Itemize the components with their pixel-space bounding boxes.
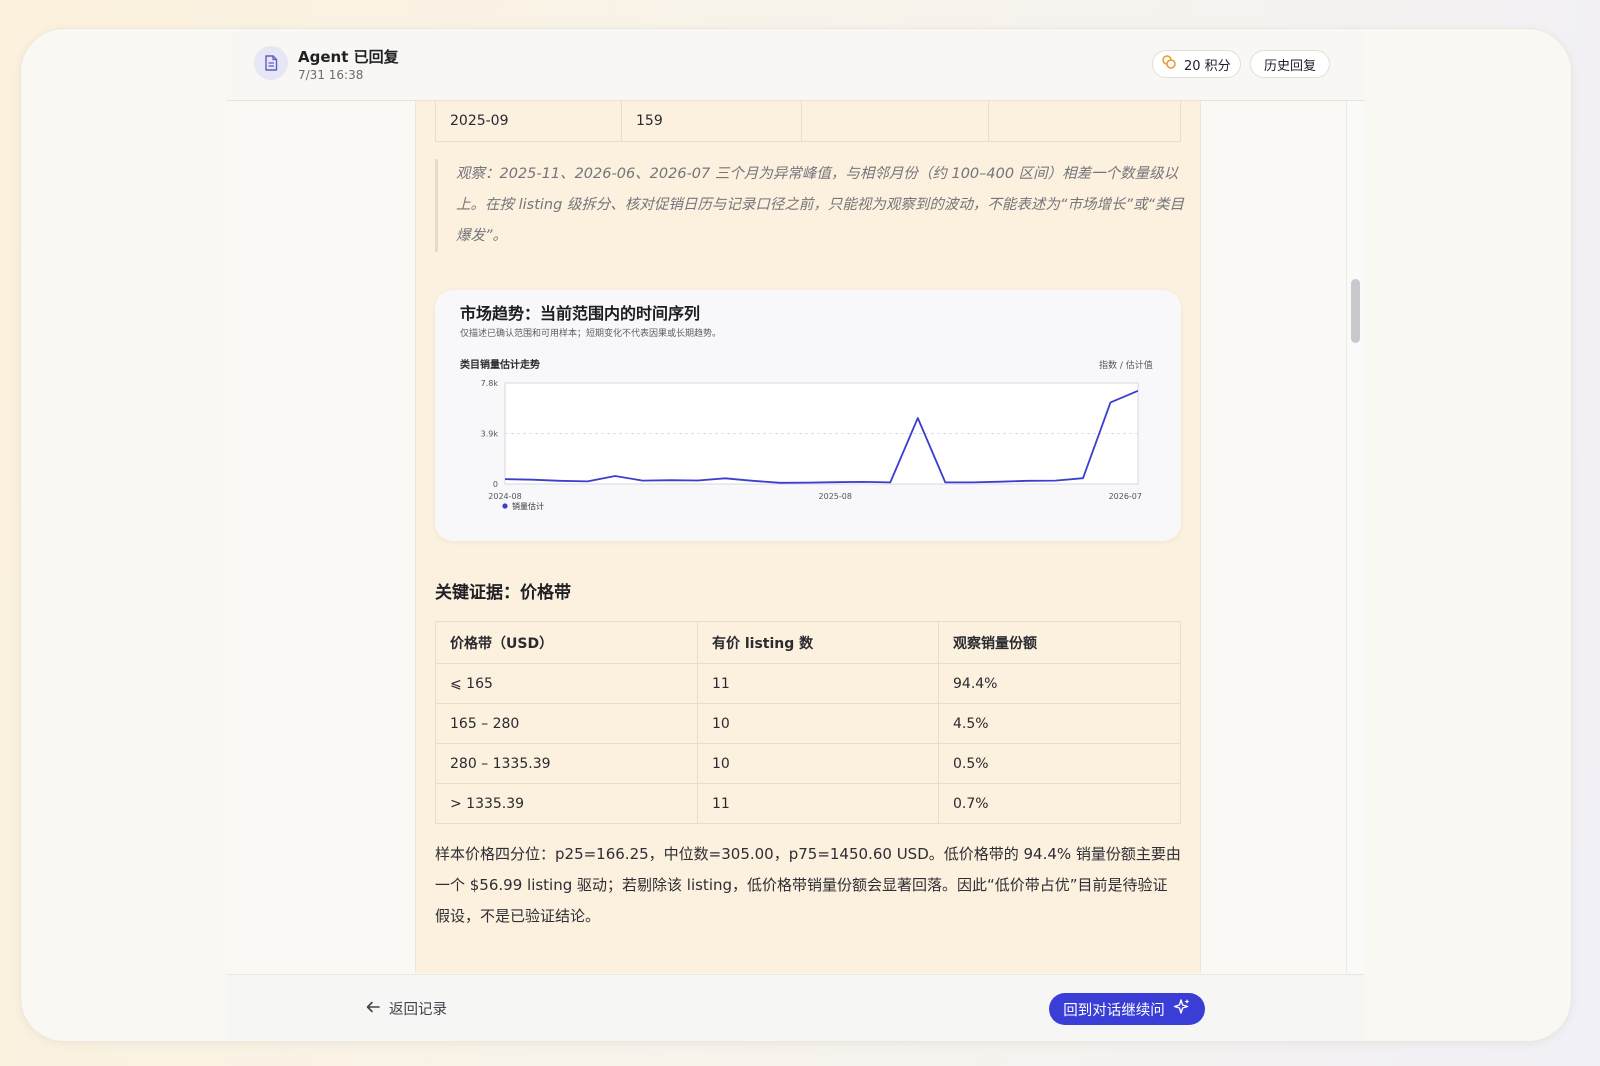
table-cell: 10 [697,743,939,784]
x-tick-label: 2024-08 [488,492,521,501]
table-cell: 280 – 1335.39 [435,743,698,784]
points-label: 20 积分 [1184,58,1231,74]
trend-chart-card: 市场趋势：当前范围内的时间序列 仅描述已确认范围和可用样本；短期变化不代表因果或… [435,290,1181,541]
table-cell: 2025-09 [435,101,622,142]
document-icon [254,46,288,80]
table-row: > 1335.39 11 0.7% [435,783,1181,824]
scrollbar-track[interactable] [1346,101,1365,973]
table-cell: 94.4% [938,663,1181,704]
table-cell: ⩽ 165 [435,663,698,704]
continue-button-label: 回到对话继续问 [1063,1002,1165,1019]
y-tick-label: 0 [493,480,498,489]
reply-timestamp: 7/31 16:38 [298,68,364,82]
x-tick-label: 2026-07 [1109,492,1142,501]
price-band-table: 价格带（USD） 有价 listing 数 观察销量份额 ⩽ 165 11 94… [435,621,1181,824]
legend-label: 销量估计 [512,501,544,511]
legend-marker [502,503,508,509]
table-cell: 11 [697,663,939,704]
back-to-records-button[interactable]: 返回记录 [366,998,447,1019]
column-header: 价格带（USD） [435,621,698,664]
price-band-section-title: 关键证据：价格带 [435,583,571,603]
points-badge[interactable]: 20 积分 [1152,50,1241,78]
app-window: Agent 已回复 7/31 16:38 20 积分 历史回复 2025-09 [20,28,1572,1042]
table-row: ⩽ 165 11 94.4% [435,663,1181,704]
plot-area [504,382,1139,485]
column-header: 观察销量份额 [938,621,1181,664]
history-button[interactable]: 历史回复 [1250,50,1330,78]
header: Agent 已回复 7/31 16:38 20 积分 历史回复 [227,29,1364,101]
table-cell: 165 – 280 [435,703,698,744]
table-cell: 4.5% [938,703,1181,744]
content-scroll-area[interactable]: 2025-09 159 观察：2025-11、2026-06、2026-07 三… [227,101,1365,973]
table-cell: 11 [697,783,939,824]
reply-panel: Agent 已回复 7/31 16:38 20 积分 历史回复 2025-09 [227,29,1365,1041]
table-cell [801,101,989,142]
monthly-table: 2025-09 159 [435,101,1181,142]
table-row: 2025-09 159 [435,101,1181,142]
scrollbar-thumb[interactable] [1351,279,1360,343]
continue-conversation-button[interactable]: 回到对话继续问 [1049,993,1205,1025]
table-cell [988,101,1181,142]
table-cell: 0.7% [938,783,1181,824]
table-cell: 0.5% [938,743,1181,784]
table-header-row: 价格带（USD） 有价 listing 数 观察销量份额 [435,621,1181,664]
y-tick-label: 3.9k [481,430,499,439]
column-header: 有价 listing 数 [697,621,939,664]
footer-bar: 返回记录 回到对话继续问 [227,974,1364,1041]
back-button-label: 返回记录 [389,1002,447,1018]
x-tick-label: 2025-08 [819,492,852,501]
y-tick-label: 7.8k [481,379,499,388]
table-row: 280 – 1335.39 10 0.5% [435,743,1181,784]
observation-note: 观察：2025-11、2026-06、2026-07 三个月为异常峰值，与相邻月… [435,159,1186,252]
sparkle-icon [1173,998,1191,1020]
table-row: 165 – 280 10 4.5% [435,703,1181,744]
coins-icon [1161,54,1177,74]
table-cell: 159 [621,101,802,142]
table-cell: > 1335.39 [435,783,698,824]
page-title: Agent 已回复 [298,48,399,66]
price-summary-text: 样本价格四分位：p25=166.25，中位数=305.00，p75=1450.6… [435,845,1181,925]
table-cell: 10 [697,703,939,744]
trend-line-chart: 0 3.9k 7.8k 2024-08 2025-08 2026-07 销量估计 [481,379,1142,511]
arrow-left-icon [366,1001,380,1017]
report-card: 2025-09 159 观察：2025-11、2026-06、2026-07 三… [415,101,1201,973]
